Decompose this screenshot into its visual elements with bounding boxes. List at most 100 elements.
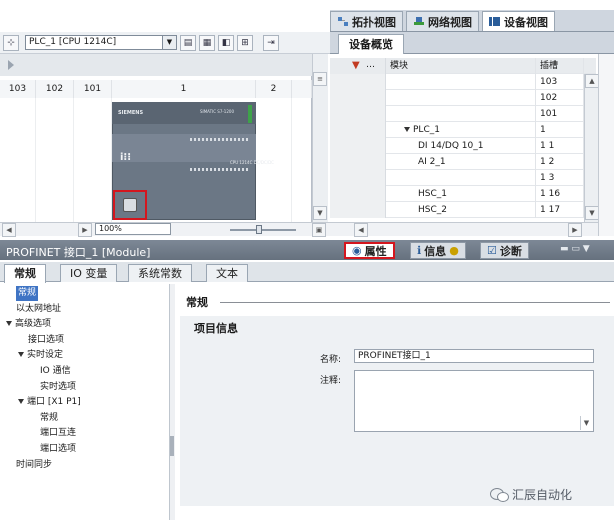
overview-horizontal-scrollbar[interactable]: ◀ ▶ bbox=[330, 222, 614, 237]
overview-row[interactable]: 1 3 bbox=[330, 170, 596, 186]
scroll-down-icon[interactable]: ▼ bbox=[580, 416, 592, 430]
nav-tree-item[interactable]: 接口选项 bbox=[28, 333, 64, 348]
rack-slot-column[interactable] bbox=[36, 98, 74, 222]
more-icon[interactable]: … bbox=[366, 60, 375, 70]
tab-network-view[interactable]: 网络视图 bbox=[406, 11, 479, 31]
snapshot-button[interactable]: ◧ bbox=[218, 34, 234, 51]
overview-module-cell[interactable]: HSC_1 bbox=[386, 186, 536, 202]
chevron-down-icon[interactable]: ▼ bbox=[163, 35, 177, 50]
overview-module-cell[interactable] bbox=[386, 106, 536, 122]
rack-collapse-strip[interactable] bbox=[0, 54, 312, 76]
overview-module-cell[interactable]: PLC_1 bbox=[386, 122, 536, 138]
nav-tree-item[interactable]: 端口互连 bbox=[40, 426, 76, 441]
nav-tree-item[interactable]: 实时选项 bbox=[40, 380, 76, 395]
profinet-port-highlight[interactable] bbox=[113, 190, 147, 220]
tab-topology-view[interactable]: 拓扑视图 bbox=[330, 11, 403, 31]
nav-tree-item[interactable]: 时间同步 bbox=[16, 458, 52, 473]
nav-tree-item[interactable]: 常规 bbox=[40, 411, 58, 426]
window-controls[interactable]: ▬ ▭ ▼ bbox=[560, 244, 590, 254]
zoom-slider-track[interactable] bbox=[230, 229, 296, 231]
overview-col-slot[interactable]: 插槽 bbox=[536, 58, 584, 74]
nav-tree-label: 端口选项 bbox=[40, 444, 77, 454]
filter-icon[interactable]: ▼ bbox=[352, 60, 360, 71]
overview-module-label: DI 14/DQ 10_1 bbox=[418, 141, 484, 151]
tab-diagnostics[interactable]: ☑ 诊断 bbox=[480, 242, 529, 259]
overview-icon: ⇥ bbox=[267, 37, 275, 48]
overview-row[interactable]: AI 2_1 1 2 bbox=[330, 154, 596, 170]
comment-textarea[interactable] bbox=[354, 370, 594, 432]
nav-tree-item[interactable]: 端口 [X1 P1] bbox=[18, 395, 81, 410]
overview-slot-cell: 1 16 bbox=[536, 186, 584, 202]
scroll-down-icon[interactable]: ▼ bbox=[313, 206, 327, 220]
overview-module-cell[interactable]: HSC_2 bbox=[386, 202, 536, 218]
info-icon: ℹ bbox=[417, 244, 422, 257]
nav-tree-label: 实时选项 bbox=[40, 381, 77, 392]
name-input[interactable]: PROFINET接口_1 bbox=[354, 349, 594, 363]
scroll-up-icon[interactable]: ▲ bbox=[585, 74, 599, 88]
overview-module-cell[interactable]: DI 14/DQ 10_1 bbox=[386, 138, 536, 154]
rack-slot-column[interactable] bbox=[0, 98, 36, 222]
nav-tree-item[interactable]: 以太网地址 bbox=[16, 302, 61, 317]
nav-tree-item[interactable]: 端口选项 bbox=[40, 442, 76, 457]
nav-tree-item[interactable]: 高级选项 bbox=[6, 317, 51, 332]
overview-module-cell[interactable] bbox=[386, 170, 536, 186]
scroll-down-icon[interactable]: ▼ bbox=[585, 206, 599, 220]
nav-tree-item[interactable]: 常规 bbox=[16, 286, 39, 301]
scroll-left-icon[interactable]: ◀ bbox=[2, 223, 16, 237]
overview-row[interactable]: 103 bbox=[330, 74, 596, 90]
subtab-io-tags[interactable]: IO 变量 bbox=[60, 264, 118, 282]
zoom-select[interactable]: 100% bbox=[95, 223, 171, 235]
ethernet-port-icon[interactable] bbox=[123, 198, 137, 212]
device-select[interactable]: PLC_1 [CPU 1214C] bbox=[25, 35, 163, 50]
nav-tree-label: 接口选项 bbox=[28, 334, 65, 345]
expand-icon[interactable] bbox=[18, 352, 24, 358]
list-icon[interactable]: ≡ bbox=[313, 72, 327, 86]
tab-info[interactable]: ℹ 信息 ● bbox=[410, 242, 466, 259]
nav-tree-item[interactable]: 实时设定 bbox=[18, 348, 63, 363]
scroll-left-icon[interactable]: ◀ bbox=[354, 223, 368, 237]
device-properties-button[interactable]: ▤ bbox=[180, 34, 196, 51]
overview-module-cell[interactable] bbox=[386, 90, 536, 106]
expand-icon[interactable] bbox=[18, 399, 24, 405]
scroll-right-icon[interactable]: ▶ bbox=[78, 223, 92, 237]
fit-view-icon[interactable]: ▣ bbox=[312, 223, 326, 237]
add-device-button[interactable]: ⊹ bbox=[3, 34, 19, 51]
subtab-texts[interactable]: 文本 bbox=[206, 264, 248, 282]
show-module-labels-button[interactable]: ▦ bbox=[199, 34, 215, 51]
rack-vertical-scrollbar[interactable]: ≡ ▼ bbox=[312, 54, 328, 222]
overview-row[interactable]: DI 14/DQ 10_1 1 1 bbox=[330, 138, 596, 154]
overview-slot-cell: 1 17 bbox=[536, 202, 584, 218]
overview-row[interactable]: 102 bbox=[330, 90, 596, 106]
subtab-general[interactable]: 常规 bbox=[4, 264, 46, 283]
nav-tree-item[interactable]: IO 通信 bbox=[40, 364, 71, 379]
overview-row[interactable]: HSC_1 1 16 bbox=[330, 186, 596, 202]
overview-toggle-button[interactable]: ⇥ bbox=[263, 34, 279, 51]
scroll-right-icon[interactable]: ▶ bbox=[568, 223, 582, 237]
overview-row[interactable]: 101 bbox=[330, 106, 596, 122]
overview-row-gutter bbox=[330, 90, 386, 106]
tab-properties[interactable]: ◉ 属性 bbox=[344, 242, 395, 259]
splitter-grip-icon[interactable] bbox=[170, 436, 174, 456]
rack-slot-column[interactable] bbox=[74, 98, 112, 222]
tab-label: 设备视图 bbox=[504, 15, 548, 29]
pane-splitter[interactable] bbox=[170, 284, 175, 520]
expand-icon[interactable] bbox=[6, 321, 12, 327]
subtab-system-constants[interactable]: 系统常数 bbox=[128, 264, 192, 282]
overview-row[interactable]: HSC_2 1 17 bbox=[330, 202, 596, 218]
zoom-slider-thumb[interactable] bbox=[256, 225, 262, 234]
overview-header-icons[interactable]: ▼ … bbox=[330, 58, 386, 74]
expand-icon[interactable] bbox=[404, 127, 410, 132]
overview-row[interactable]: PLC_1 1 bbox=[330, 122, 596, 138]
overview-module-cell[interactable] bbox=[386, 74, 536, 90]
tab-device-view[interactable]: 设备视图 bbox=[482, 11, 555, 31]
overview-col-module[interactable]: 模块 bbox=[386, 58, 536, 74]
zoom-button[interactable]: ⊞ bbox=[237, 34, 253, 51]
tab-device-overview[interactable]: 设备概览 bbox=[338, 33, 404, 54]
inspector-title: PROFINET 接口_1 [Module] bbox=[6, 246, 151, 259]
section-header: 常规 bbox=[186, 296, 208, 309]
overview-row-gutter bbox=[330, 106, 386, 122]
overview-vertical-scrollbar[interactable]: ▲ ▼ bbox=[584, 74, 599, 222]
nav-tree-label: 端口互连 bbox=[40, 428, 77, 439]
overview-module-cell[interactable]: AI 2_1 bbox=[386, 154, 536, 170]
expand-right-icon[interactable] bbox=[8, 60, 14, 70]
